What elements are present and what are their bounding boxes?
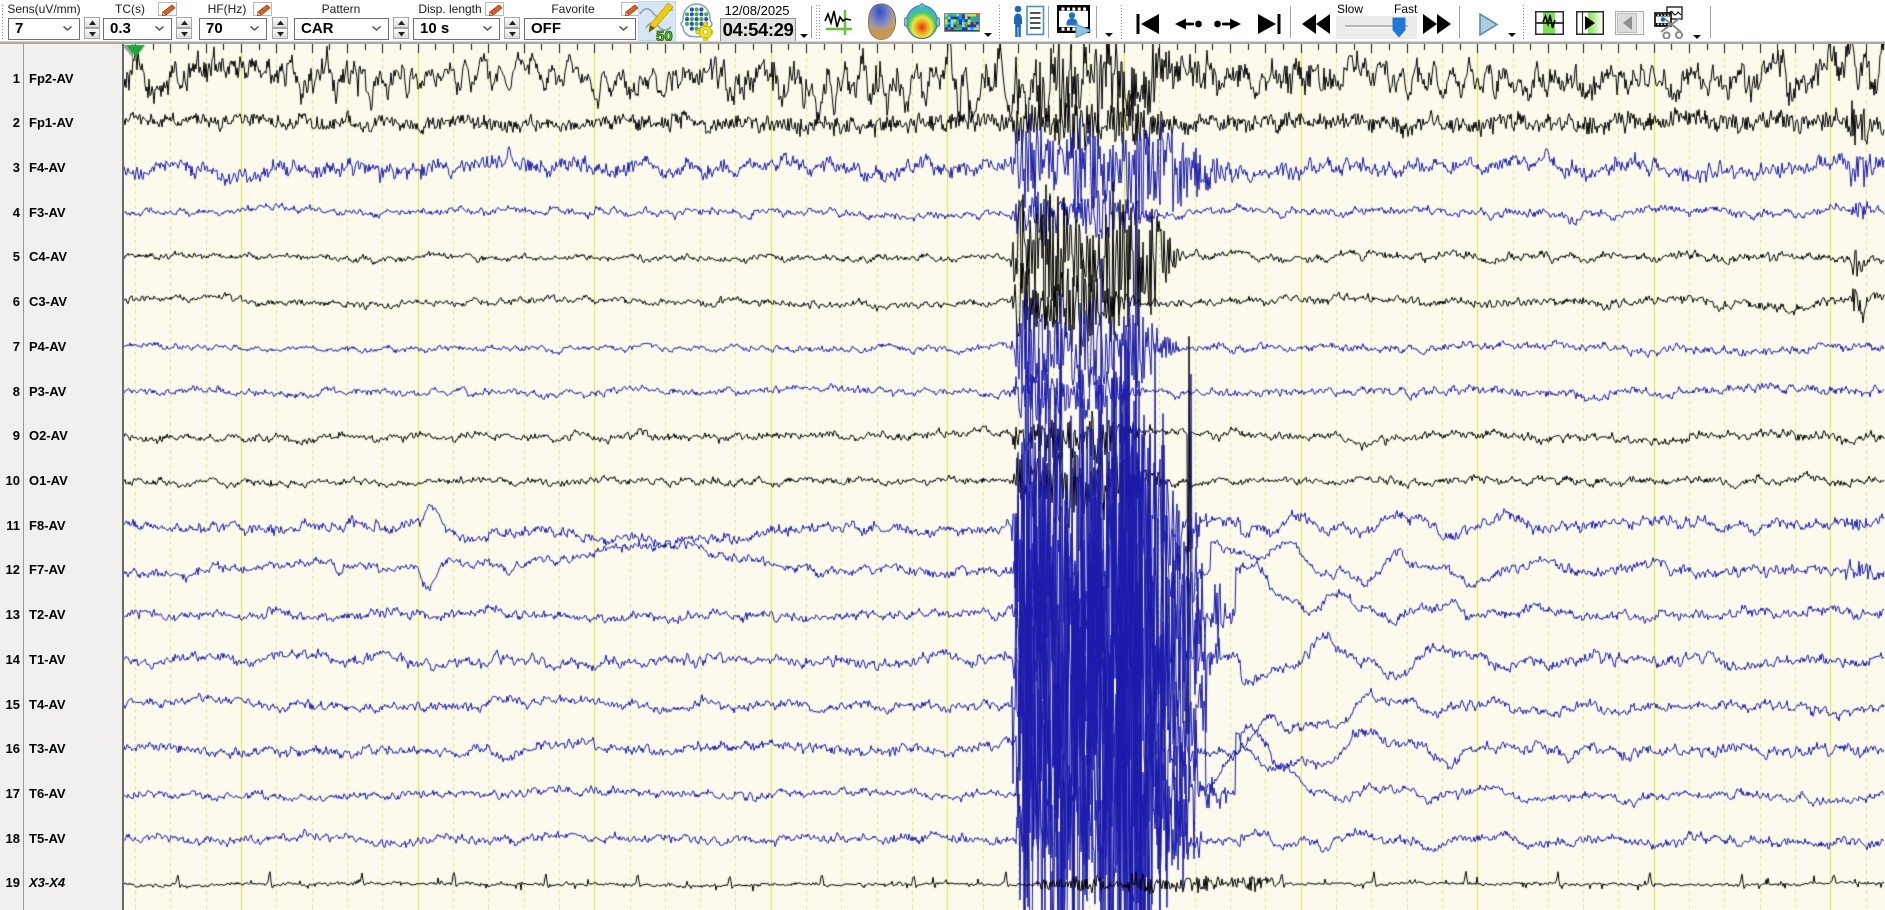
svg-text:50: 50 [656,28,673,41]
